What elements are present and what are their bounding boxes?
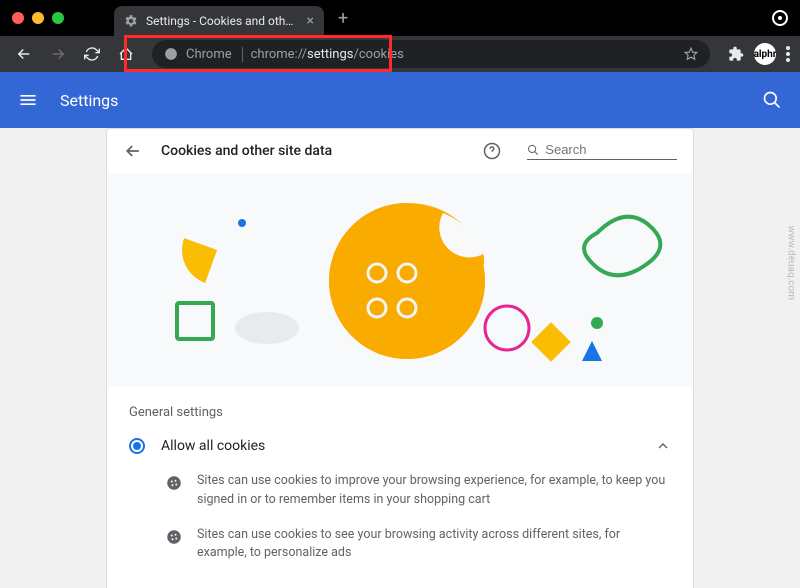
- cookie-icon: [165, 472, 183, 492]
- detail-text-1: Sites can use cookies to improve your br…: [197, 472, 671, 510]
- traffic-lights: [12, 12, 64, 24]
- maximize-window-button[interactable]: [52, 12, 64, 24]
- browser-menu-button[interactable]: [786, 46, 790, 62]
- detail-text-2: Sites can use cookies to see your browsi…: [197, 526, 671, 564]
- home-button[interactable]: [112, 40, 140, 68]
- bookmark-star-icon[interactable]: [684, 47, 698, 61]
- search-input[interactable]: [545, 142, 677, 157]
- watermark: www.deuaq.com: [785, 226, 796, 301]
- back-button[interactable]: [10, 40, 38, 68]
- header-search-icon[interactable]: [762, 90, 782, 110]
- extensions-icon[interactable]: [728, 46, 744, 62]
- reload-button[interactable]: [78, 40, 106, 68]
- gear-icon: [124, 14, 138, 28]
- url-text: chrome://settings/cookies: [251, 47, 404, 62]
- minimize-window-button[interactable]: [32, 12, 44, 24]
- settings-card: Cookies and other site data: [106, 128, 694, 588]
- card-search[interactable]: [527, 142, 677, 160]
- detail-row-1: Sites can use cookies to improve your br…: [107, 464, 693, 518]
- tab-title: Settings - Cookies and other s: [146, 14, 299, 28]
- detail-row-2: Sites can use cookies to see your browsi…: [107, 518, 693, 572]
- browser-tab[interactable]: Settings - Cookies and other s ×: [114, 6, 324, 36]
- settings-header: Settings: [0, 72, 800, 128]
- content-area: Cookies and other site data: [0, 128, 800, 588]
- close-tab-button[interactable]: ×: [307, 13, 314, 29]
- profile-avatar[interactable]: alphr: [754, 43, 776, 65]
- search-icon: [527, 143, 539, 157]
- radio-button[interactable]: [129, 438, 145, 454]
- close-window-button[interactable]: [12, 12, 24, 24]
- chrome-icon: [164, 47, 178, 61]
- forward-button[interactable]: [44, 40, 72, 68]
- section-label: General settings: [107, 387, 693, 428]
- hamburger-menu-icon[interactable]: [18, 90, 38, 110]
- option-label: Allow all cookies: [161, 438, 639, 454]
- incognito-indicator-icon: [772, 10, 788, 26]
- chevron-up-icon[interactable]: [655, 438, 671, 454]
- card-header: Cookies and other site data: [107, 129, 693, 173]
- address-bar[interactable]: Chrome chrome://settings/cookies: [152, 40, 710, 68]
- help-icon[interactable]: [483, 142, 501, 160]
- header-title: Settings: [60, 91, 118, 110]
- option-allow-all-cookies[interactable]: Allow all cookies: [107, 428, 693, 464]
- window-titlebar: Settings - Cookies and other s × +: [0, 0, 800, 36]
- cookie-icon: [165, 526, 183, 546]
- page-title: Cookies and other site data: [161, 143, 465, 159]
- new-tab-button[interactable]: +: [338, 8, 348, 29]
- browser-toolbar: Chrome chrome://settings/cookies alphr: [0, 36, 800, 72]
- back-arrow-button[interactable]: [123, 141, 143, 161]
- hero-illustration: [107, 173, 693, 387]
- url-scheme-label: Chrome: [186, 47, 243, 62]
